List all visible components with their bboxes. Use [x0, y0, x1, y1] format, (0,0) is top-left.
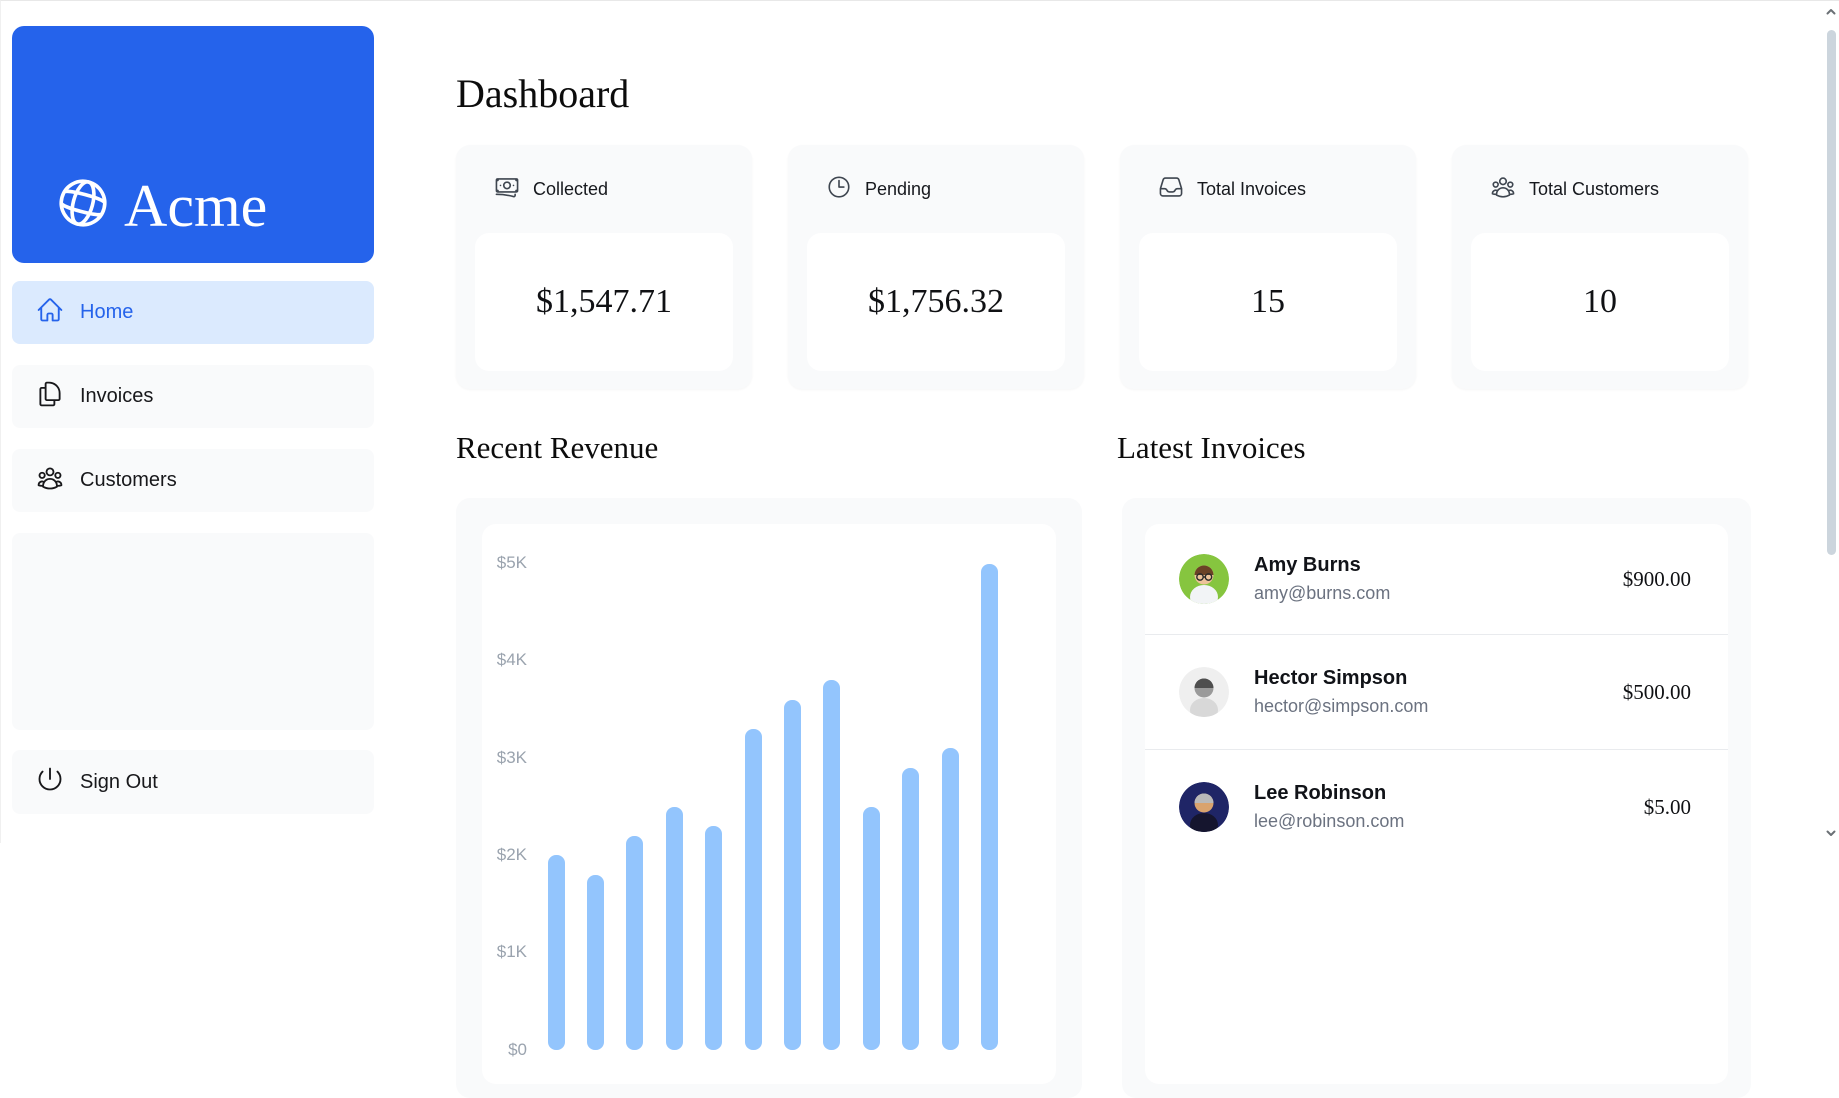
banknotes-icon: [494, 174, 520, 205]
page-title: Dashboard: [456, 71, 630, 116]
revenue-heading: Recent Revenue: [456, 430, 659, 465]
home-icon: [36, 296, 64, 330]
stat-card-label: Total Customers: [1529, 178, 1660, 199]
sidebar-item-home[interactable]: Home: [12, 281, 374, 344]
sidebar-item-label: Invoices: [80, 385, 154, 407]
sign-out-label: Sign Out: [80, 770, 158, 793]
customer-email: hector@simpson.com: [1254, 696, 1429, 716]
stat-card-value: 10: [1471, 233, 1729, 371]
latest-invoices-list: Amy Burns amy@burns.com $900.00 Hector S…: [1145, 524, 1728, 1084]
stat-card-label: Pending: [865, 178, 932, 199]
document-duplicate-icon: [36, 380, 64, 414]
scrollbar-down-arrow[interactable]: [1825, 827, 1837, 839]
revenue-chart-area: $5K $4K $3K $2K $1K $0: [482, 524, 1056, 1084]
scrollbar[interactable]: [1824, 0, 1838, 843]
revenue-chart-card: $5K $4K $3K $2K $1K $0: [456, 498, 1082, 1098]
inbox-icon: [1158, 174, 1184, 205]
revenue-bar-jul: [783, 699, 801, 1050]
sidebar-item-label: Customers: [80, 469, 177, 491]
stat-card-value: $1,547.71: [475, 233, 733, 371]
revenue-bar-mar: [626, 835, 644, 1050]
acme-logo-link[interactable]: Acme: [12, 26, 374, 263]
sidebar-item-invoices[interactable]: Invoices: [12, 365, 374, 428]
customer-email: lee@robinson.com: [1254, 811, 1405, 831]
revenue-bar-nov: [941, 748, 959, 1050]
stat-card-total-customers: Total Customers 10: [1452, 145, 1748, 389]
y-axis-label: $1K: [496, 942, 527, 962]
scrollbar-up-arrow[interactable]: [1825, 6, 1837, 18]
stat-card-total-invoices: Total Invoices 15: [1120, 145, 1416, 389]
invoice-amount: $500.00: [1622, 679, 1691, 704]
revenue-bar-dec: [980, 563, 998, 1050]
avatar: [1179, 667, 1229, 717]
invoice-row[interactable]: Lee Robinson lee@robinson.com $5.00: [1145, 749, 1728, 864]
user-group-icon: [36, 464, 64, 498]
invoice-row[interactable]: Hector Simpson hector@simpson.com $500.0…: [1145, 634, 1728, 749]
revenue-bar-oct: [902, 767, 920, 1050]
avatar: [1179, 782, 1229, 832]
revenue-bar-jan: [547, 855, 565, 1050]
stat-card-value: $1,756.32: [807, 233, 1065, 371]
revenue-bar-apr: [665, 806, 683, 1050]
sidebar-item-label: Home: [80, 301, 134, 323]
scrollbar-thumb[interactable]: [1827, 30, 1836, 555]
invoices-heading: Latest Invoices: [1117, 430, 1306, 465]
sidebar-item-customers[interactable]: Customers: [12, 449, 374, 512]
avatar: [1179, 554, 1229, 604]
stat-card-label: Collected: [533, 178, 609, 199]
latest-invoices-card: Amy Burns amy@burns.com $900.00 Hector S…: [1122, 498, 1751, 1098]
user-group-icon: [1490, 174, 1516, 205]
y-axis-label: $5K: [496, 553, 527, 572]
sidebar-spacer: [12, 533, 374, 730]
revenue-bar-sep: [862, 806, 880, 1050]
logo-text: Acme: [124, 172, 268, 239]
y-axis-label: $4K: [496, 650, 527, 670]
y-axis-label: $3K: [496, 747, 527, 767]
power-icon: [36, 765, 64, 799]
globe-icon: [54, 174, 112, 237]
y-axis-label: $0: [508, 1039, 527, 1059]
invoice-amount: $5.00: [1643, 794, 1691, 819]
customer-name: Hector Simpson: [1254, 667, 1408, 689]
clock-icon: [826, 174, 852, 205]
stat-card-collected: Collected $1,547.71: [456, 145, 752, 389]
revenue-bar-may: [705, 826, 723, 1050]
stat-card-value: 15: [1139, 233, 1397, 371]
y-axis-label: $2K: [496, 844, 527, 864]
customer-email: amy@burns.com: [1254, 583, 1391, 603]
stat-card-label: Total Invoices: [1197, 178, 1307, 199]
customer-name: Amy Burns: [1254, 554, 1361, 576]
invoice-amount: $900.00: [1622, 566, 1691, 591]
revenue-bar-aug: [823, 680, 841, 1050]
sign-out-button[interactable]: Sign Out: [12, 750, 374, 814]
revenue-bar-feb: [586, 874, 604, 1050]
invoice-row[interactable]: Amy Burns amy@burns.com $900.00: [1145, 524, 1728, 634]
customer-name: Lee Robinson: [1254, 782, 1387, 804]
stat-card-pending: Pending $1,756.32: [788, 145, 1084, 389]
revenue-bar-jun: [744, 728, 762, 1050]
